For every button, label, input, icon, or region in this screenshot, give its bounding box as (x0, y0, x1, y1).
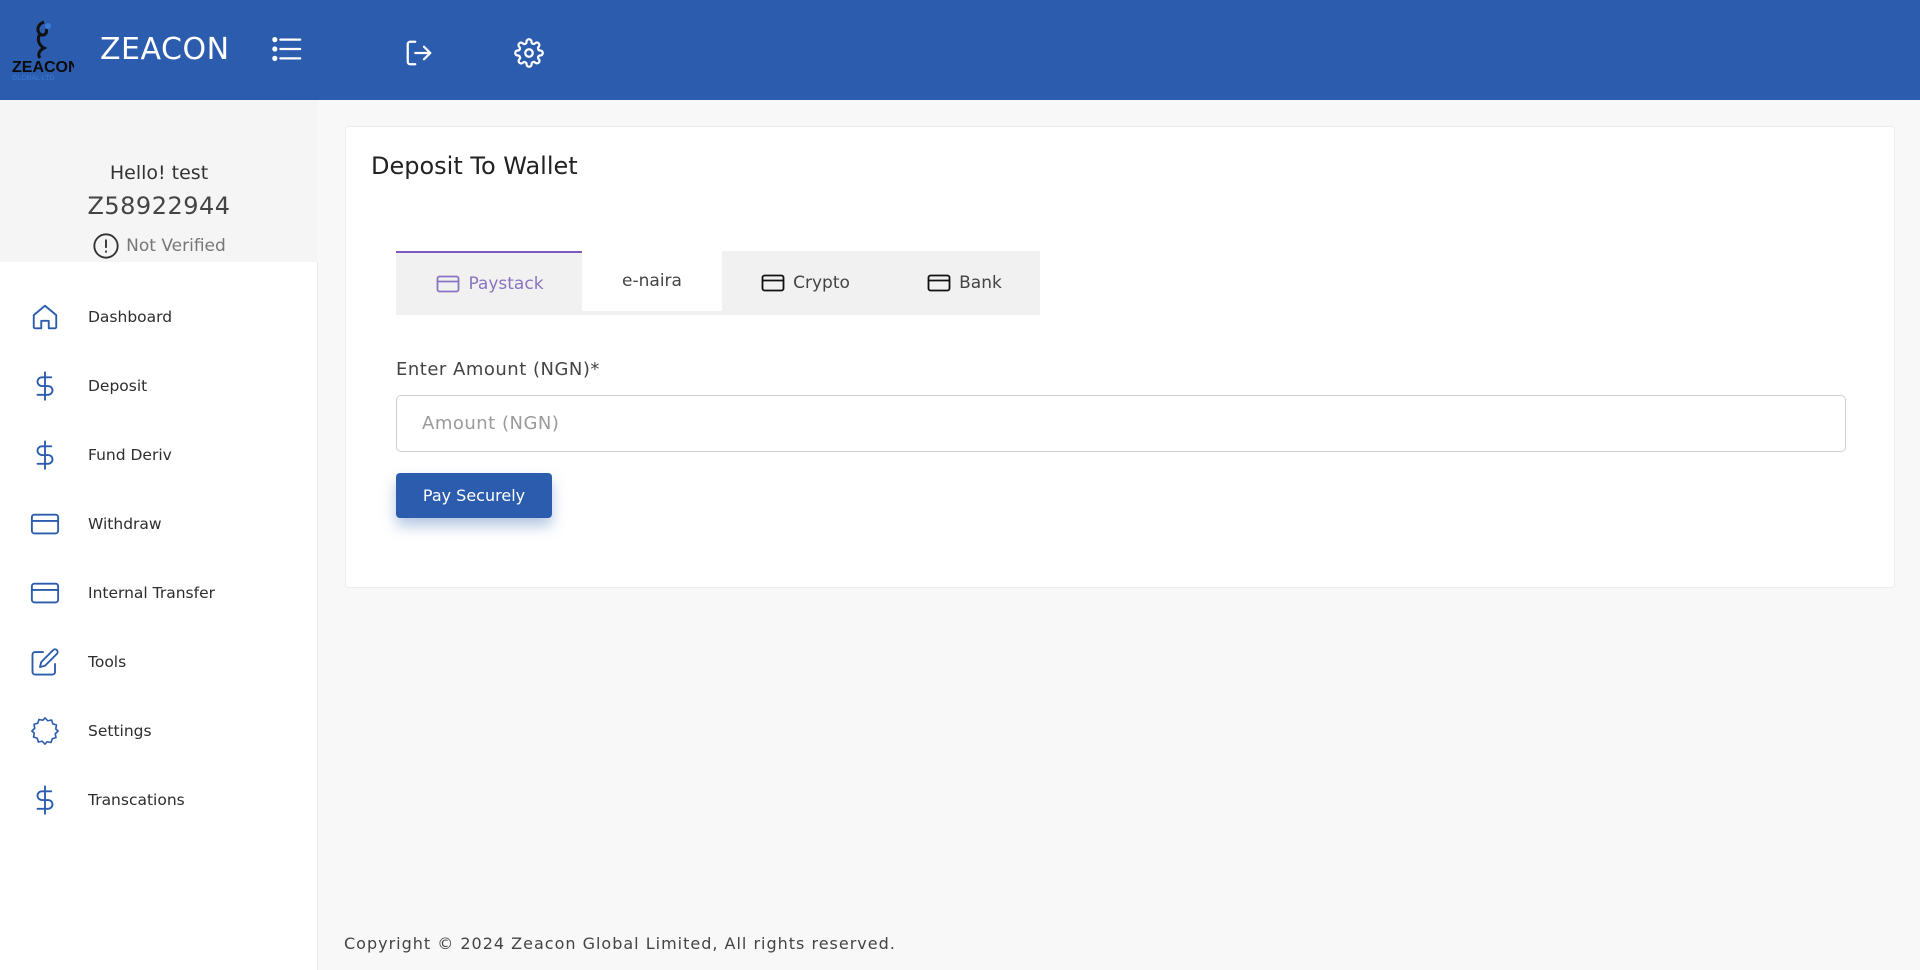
sidebar-item-label: Internal Transfer (88, 583, 215, 602)
svg-text:ZEACON: ZEACON (12, 59, 74, 76)
sidebar-item-label: Tools (88, 652, 127, 671)
sidebar-item-label: Withdraw (88, 514, 162, 533)
sidebar-item-internal-transfer[interactable]: Internal Transfer (0, 558, 318, 627)
sidebar-item-fund-deriv[interactable]: Fund Deriv (0, 420, 318, 489)
sidebar-item-tools[interactable]: Tools (0, 627, 318, 696)
tab-crypto[interactable]: Crypto (722, 251, 887, 315)
menu-icon[interactable] (272, 34, 302, 64)
footer-copyright: Copyright © 2024 Zeacon Global Limited, … (344, 934, 896, 953)
card-icon (30, 578, 60, 608)
sidebar-item-settings[interactable]: Settings (0, 696, 318, 765)
tab-label: e-naira (622, 271, 682, 291)
home-icon (30, 302, 60, 332)
settings-gear-icon[interactable] (514, 38, 544, 68)
sidebar-item-transactions[interactable]: Transcations (0, 765, 318, 834)
page-title: Deposit To Wallet (371, 152, 578, 180)
sidebar: Hello! test Z58922944 Not Verified Dashb… (0, 100, 318, 970)
svg-text:GLOBAL LTD: GLOBAL LTD (12, 75, 54, 82)
sidebar-item-label: Deposit (88, 376, 148, 395)
logout-icon[interactable] (404, 38, 434, 68)
brand-name: ZEACON (100, 32, 230, 67)
amount-input[interactable] (396, 395, 1846, 452)
greeting-text: Hello! test (109, 162, 209, 184)
verification-status-label: Not Verified (126, 236, 226, 256)
card-icon (437, 275, 460, 293)
sidebar-item-label: Fund Deriv (88, 445, 172, 464)
verification-status: Not Verified (0, 232, 318, 260)
profile-panel: Hello! test Z58922944 Not Verified (0, 100, 318, 262)
card-icon (30, 509, 60, 539)
pay-securely-button[interactable]: Pay Securely (396, 473, 552, 518)
amount-label: Enter Amount (NGN)* (396, 359, 600, 380)
sidebar-item-label: Dashboard (88, 307, 173, 326)
deposit-card: Deposit To Wallet Paystack e-naira Crypt… (345, 126, 1895, 588)
sidebar-nav: Dashboard Deposit Fund Deriv Withdraw In… (0, 282, 318, 834)
card-icon (927, 274, 951, 292)
tab-label: Crypto (793, 273, 850, 293)
gear-icon (30, 716, 60, 746)
card-icon (761, 274, 785, 292)
tab-paystack[interactable]: Paystack (396, 251, 582, 315)
top-navbar: ZEACON GLOBAL LTD ZEACON (0, 0, 1920, 100)
dollar-icon (30, 784, 60, 815)
tab-label: Bank (959, 273, 1002, 293)
tab-label: Paystack (468, 274, 544, 294)
tab-e-naira[interactable]: e-naira (582, 251, 722, 311)
dollar-icon (30, 439, 60, 470)
sidebar-item-label: Settings (88, 721, 152, 740)
payment-method-tabs: Paystack e-naira Crypto Bank (396, 251, 1040, 315)
edit-icon (30, 647, 60, 677)
zeacon-logo[interactable]: ZEACON GLOBAL LTD (10, 18, 80, 82)
tab-bank[interactable]: Bank (887, 251, 1040, 315)
sidebar-item-deposit[interactable]: Deposit (0, 351, 318, 420)
sidebar-item-dashboard[interactable]: Dashboard (0, 282, 318, 351)
user-id: Z58922944 (87, 192, 231, 220)
sidebar-item-label: Transcations (88, 790, 185, 809)
sidebar-item-withdraw[interactable]: Withdraw (0, 489, 318, 558)
dollar-icon (30, 370, 60, 401)
alert-circle-icon (93, 233, 119, 259)
